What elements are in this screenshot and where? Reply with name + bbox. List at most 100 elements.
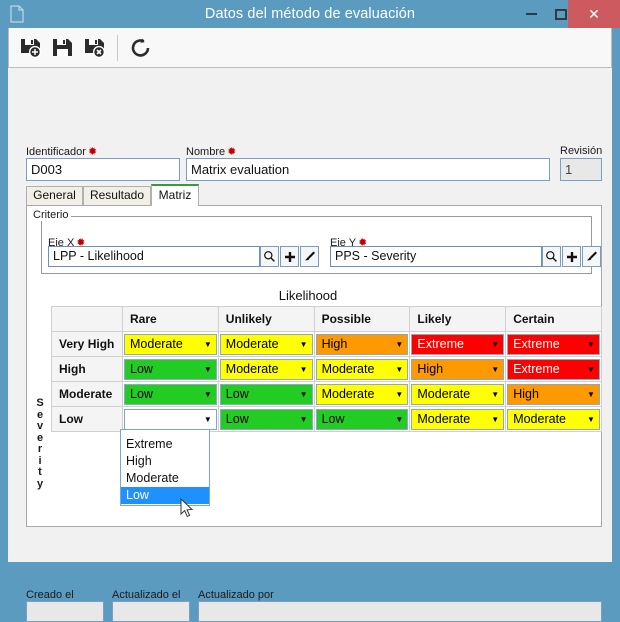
eje-y-search-icon[interactable] <box>542 246 561 267</box>
chevron-down-icon[interactable]: ▼ <box>391 365 407 374</box>
matrix-row: High Low ▼ Moderate ▼ Moderate ▼ High ▼ Extreme ▼ <box>51 356 602 382</box>
save-new-icon[interactable] <box>19 36 43 60</box>
risk-level-select[interactable]: Moderate ▼ <box>219 333 313 355</box>
chevron-down-icon[interactable]: ▼ <box>487 340 503 349</box>
save-icon[interactable] <box>51 36 75 60</box>
eje-x-input[interactable]: LPP - Likelihood <box>48 246 260 267</box>
risk-level-select[interactable]: Extreme ▼ <box>411 333 505 355</box>
actualizado-por-label: Actualizado por <box>198 589 274 601</box>
matrix-column-header: Certain <box>505 306 602 332</box>
risk-level-value: High <box>513 387 539 401</box>
risk-level-select[interactable]: Low ▼ <box>124 383 217 405</box>
chevron-down-icon[interactable]: ▼ <box>200 340 216 349</box>
close-button[interactable]: ✕ <box>568 0 620 28</box>
matrix-row: Low ▼ Low ▼ Low ▼ Moderate ▼ Moderate ▼ <box>51 406 602 432</box>
chevron-down-icon[interactable]: ▼ <box>583 365 599 374</box>
chevron-down-icon[interactable]: ▼ <box>487 415 503 424</box>
chevron-down-icon[interactable]: ▼ <box>583 390 599 399</box>
risk-level-select[interactable]: Moderate ▼ <box>315 383 409 405</box>
risk-level-value: Low <box>225 387 249 401</box>
matrix-cell: Moderate ▼ <box>313 381 411 407</box>
risk-level-select[interactable]: Extreme ▼ <box>507 333 600 355</box>
chevron-down-icon[interactable]: ▼ <box>200 415 216 424</box>
refresh-icon[interactable] <box>129 36 153 60</box>
minimize-button[interactable] <box>518 0 544 28</box>
matrix-y-axis-letter: S <box>36 397 44 409</box>
risk-level-select[interactable]: Moderate ▼ <box>124 333 217 355</box>
eje-y-add-icon[interactable] <box>562 246 581 267</box>
risk-level-select[interactable]: ▼ <box>124 408 217 430</box>
chevron-down-icon[interactable]: ▼ <box>296 415 312 424</box>
risk-level-select[interactable]: High ▼ <box>507 383 600 405</box>
risk-level-select[interactable]: High ▼ <box>411 358 505 380</box>
chevron-down-icon[interactable]: ▼ <box>487 365 503 374</box>
risk-level-value: Low <box>130 387 153 401</box>
matrix-cell: Low ▼ <box>313 406 411 432</box>
matrix-body: Very High Moderate ▼ Moderate ▼ High ▼ Extreme ▼… <box>51 331 602 432</box>
risk-level-select[interactable]: Low ▼ <box>219 383 313 405</box>
identificador-input[interactable]: D003 <box>26 158 180 181</box>
chevron-down-icon[interactable]: ▼ <box>391 390 407 399</box>
tab-resultado[interactable]: Resultado <box>83 186 151 206</box>
risk-level-select[interactable]: Low ▼ <box>219 408 313 430</box>
tab-matriz[interactable]: Matriz <box>151 184 199 206</box>
client-area: Identificador ✹ D003 Nombre ✹ Matrix evalu… <box>8 28 612 622</box>
dropdown-option[interactable]: Extreme <box>121 436 209 453</box>
risk-level-select[interactable]: Low ▼ <box>315 408 409 430</box>
risk-level-select[interactable]: Moderate ▼ <box>315 358 409 380</box>
matrix-y-axis-letter: y <box>36 477 44 490</box>
chevron-down-icon[interactable]: ▼ <box>583 340 599 349</box>
dropdown-option[interactable]: Moderate <box>121 470 209 487</box>
risk-level-value: Moderate <box>513 412 566 426</box>
minimize-icon <box>525 13 537 15</box>
eje-x-add-icon[interactable] <box>280 246 299 267</box>
matrix-row-header: Very High <box>51 331 123 357</box>
matrix-cell: ▼ <box>122 406 219 432</box>
risk-level-select[interactable]: Extreme ▼ <box>507 358 600 380</box>
risk-level-select[interactable]: Moderate ▼ <box>219 358 313 380</box>
risk-level-value: Extreme <box>417 337 464 351</box>
risk-level-value: Moderate <box>130 337 183 351</box>
risk-level-value: Moderate <box>225 337 279 351</box>
risk-level-select[interactable]: Low ▼ <box>124 358 217 380</box>
eje-y-clear-brush-icon[interactable] <box>582 246 601 267</box>
revision-label: Revisión <box>560 145 603 157</box>
dropdown-option[interactable]: High <box>121 453 209 470</box>
risk-level-value: High <box>417 362 444 376</box>
chevron-down-icon[interactable]: ▼ <box>487 390 503 399</box>
chevron-down-icon[interactable]: ▼ <box>200 390 216 399</box>
risk-level-select[interactable]: Moderate ▼ <box>507 408 600 430</box>
chevron-down-icon[interactable]: ▼ <box>391 415 407 424</box>
matrix-x-axis-title: Likelihood <box>278 288 338 303</box>
matrix-corner-cell <box>51 306 123 332</box>
chevron-down-icon[interactable]: ▼ <box>296 340 312 349</box>
level-dropdown-list[interactable]: Extreme High Moderate Low <box>120 429 210 506</box>
matrix-row: Moderate Low ▼ Low ▼ Moderate ▼ Moderate ▼ High ▼ <box>51 381 602 407</box>
matrix-cell: High ▼ <box>505 381 602 407</box>
risk-level-select[interactable]: Moderate ▼ <box>411 383 505 405</box>
eje-x-search-icon[interactable] <box>260 246 279 267</box>
title-bar: Datos del método de evaluación ✕ <box>0 0 620 28</box>
matrix-row: Very High Moderate ▼ Moderate ▼ High ▼ Extreme ▼… <box>51 331 602 357</box>
matrix-column-header: Possible <box>313 306 411 332</box>
matrix-row-header: Moderate <box>51 381 123 407</box>
matrix-cell: Moderate ▼ <box>217 356 315 382</box>
tab-general[interactable]: General <box>26 186 83 206</box>
save-delete-icon[interactable] <box>83 36 107 60</box>
risk-level-select[interactable]: High ▼ <box>315 333 409 355</box>
eje-x-clear-brush-icon[interactable] <box>300 246 319 267</box>
chevron-down-icon[interactable]: ▼ <box>583 415 599 424</box>
risk-level-value: Moderate <box>321 362 375 376</box>
matrix-header-row: Rare Unlikely Possible Likely Certain <box>51 306 602 332</box>
matrix-row-header: Low <box>51 406 123 432</box>
chevron-down-icon[interactable]: ▼ <box>200 365 216 374</box>
tab-strip: General Resultado Matriz <box>26 184 602 206</box>
eje-y-input[interactable]: PPS - Severity <box>330 246 542 267</box>
chevron-down-icon[interactable]: ▼ <box>391 340 407 349</box>
chevron-down-icon[interactable]: ▼ <box>296 390 312 399</box>
matrix-column-header: Unlikely <box>217 306 315 332</box>
risk-level-select[interactable]: Moderate ▼ <box>411 408 505 430</box>
chevron-down-icon[interactable]: ▼ <box>296 365 312 374</box>
risk-level-value: Moderate <box>417 387 471 401</box>
nombre-input[interactable]: Matrix evaluation <box>186 158 550 181</box>
